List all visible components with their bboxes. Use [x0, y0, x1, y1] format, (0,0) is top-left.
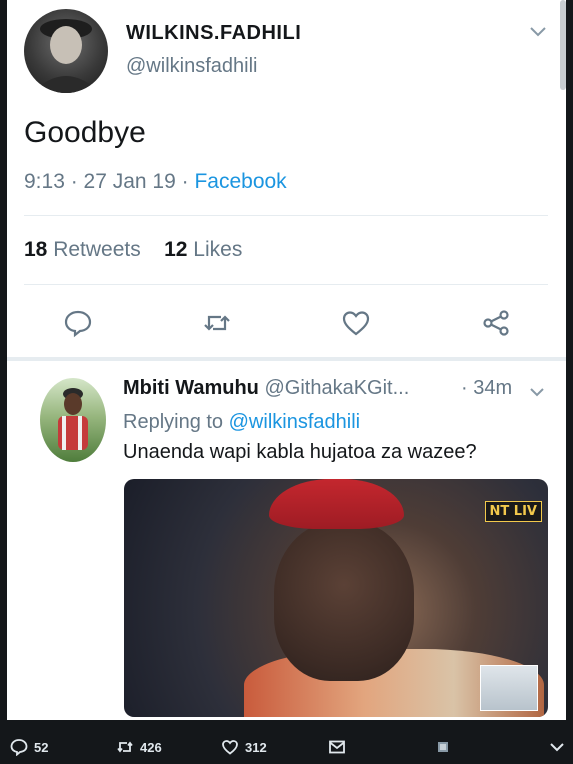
reply-media-image[interactable]: NT LIV	[124, 479, 548, 717]
reply-author-handle[interactable]: @GithakaKGit...	[264, 377, 409, 399]
chevron-down-icon[interactable]	[527, 20, 549, 42]
tweet-stats: 18 Retweets 12 Likes	[24, 238, 242, 262]
replying-to: Replying to @wilkinsfadhili	[123, 411, 361, 433]
author-avatar[interactable]	[24, 9, 108, 93]
chevron-down-icon[interactable]	[527, 382, 547, 402]
retweet-count: 426	[140, 739, 162, 755]
retweet-count-button[interactable]: 426	[116, 736, 162, 758]
bottom-action-bar: 52 426 312	[0, 730, 573, 764]
media-inset-thumbnail	[480, 665, 538, 711]
reply-author-name[interactable]: Mbiti Wamuhu	[123, 377, 259, 399]
media-cap	[269, 479, 404, 529]
like-count-button[interactable]: 312	[221, 736, 267, 758]
tweet-card: WILKINS.FADHILI @wilkinsfadhili Goodbye …	[7, 0, 566, 720]
share-icon[interactable]	[481, 308, 511, 338]
image-button[interactable]	[434, 736, 452, 758]
direct-message-button[interactable]	[328, 736, 346, 758]
reply-text: Unaenda wapi kabla hujatoa za wazee?	[123, 441, 477, 463]
tweet-meta: 9:13 · 27 Jan 19 · Facebook	[24, 170, 287, 194]
image-icon	[438, 742, 448, 752]
retweet-icon[interactable]	[202, 308, 232, 338]
heart-icon[interactable]	[341, 308, 371, 338]
likes-stat[interactable]: 12 Likes	[164, 238, 242, 261]
retweets-stat[interactable]: 18 Retweets	[24, 238, 141, 261]
tv-channel-logo: NT LIV	[484, 501, 542, 522]
retweet-icon	[117, 741, 133, 753]
tweet-text: Goodbye	[24, 116, 146, 149]
reply-count-button[interactable]: 52	[10, 736, 48, 758]
tweet-timestamp[interactable]: 9:13 · 27 Jan 19 ·	[24, 170, 194, 193]
media-face	[274, 521, 414, 681]
replying-to-link[interactable]: @wilkinsfadhili	[229, 411, 360, 433]
author-display-name[interactable]: WILKINS.FADHILI	[126, 22, 301, 45]
scrollbar[interactable]	[560, 0, 566, 90]
envelope-icon	[329, 740, 345, 754]
reply-icon	[10, 739, 28, 756]
section-separator	[7, 357, 566, 361]
reply-icon[interactable]	[63, 308, 93, 338]
tweet-source-link[interactable]: Facebook	[194, 170, 286, 193]
heart-icon	[222, 740, 238, 755]
reply-count: 52	[34, 739, 49, 755]
reply-author-avatar[interactable]	[40, 378, 106, 462]
tweet-actions	[7, 300, 566, 344]
author-handle[interactable]: @wilkinsfadhili	[126, 55, 257, 78]
reply-header: Mbiti Wamuhu @GithakaKGit...	[123, 377, 409, 400]
divider	[24, 215, 548, 216]
reply-timestamp[interactable]: · 34m	[461, 377, 512, 400]
chevron-down-icon	[550, 743, 564, 752]
like-count: 312	[245, 739, 267, 755]
divider	[24, 284, 548, 285]
more-button[interactable]	[548, 736, 566, 758]
